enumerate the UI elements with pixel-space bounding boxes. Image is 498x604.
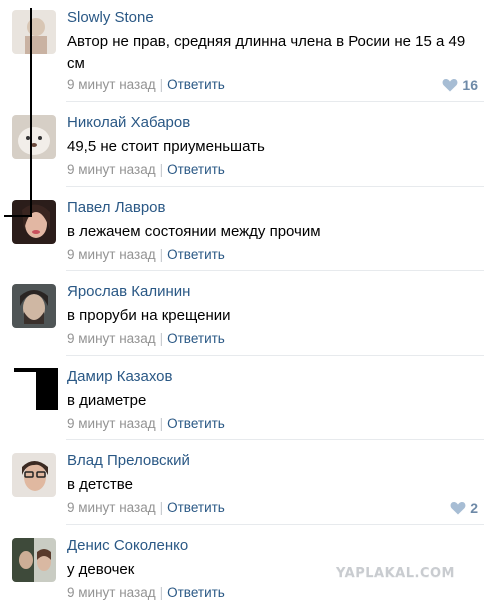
comment-time[interactable]: 9 минут назад: [67, 416, 156, 431]
meta-separator: |: [159, 416, 164, 431]
avatar[interactable]: [12, 284, 56, 328]
comment-author[interactable]: Николай Хабаров: [67, 114, 190, 131]
comment-text: в детстве: [67, 476, 133, 493]
heart-icon: [442, 78, 458, 95]
comment-time[interactable]: 9 минут назад: [67, 331, 156, 346]
meta-separator: |: [159, 585, 164, 600]
comment-text: в диаметре: [67, 392, 147, 409]
meta-separator: |: [159, 331, 164, 346]
comment-time[interactable]: 9 минут назад: [67, 77, 156, 92]
comment-author[interactable]: Влад Преловский: [67, 452, 190, 469]
meta-separator: |: [159, 247, 164, 262]
comment-meta: 9 минут назад | Ответить: [67, 247, 225, 262]
comment: Slowly Stone Автор не прав, средняя длин…: [0, 0, 498, 100]
comment-meta: 9 минут назад | Ответить: [67, 331, 225, 346]
reply-link[interactable]: Ответить: [167, 500, 225, 515]
comment-text: 49,5 не стоит приуменьшать: [67, 138, 265, 155]
comment-divider: [66, 101, 484, 102]
drawn-black-mark: [14, 368, 38, 372]
meta-separator: |: [159, 77, 164, 92]
comment-author[interactable]: Slowly Stone: [67, 9, 154, 26]
comment-author[interactable]: Денис Соколенко: [67, 537, 188, 554]
drawn-vertical-line: [30, 8, 32, 216]
avatar[interactable]: [12, 200, 56, 244]
comment-text: в проруби на крещении: [67, 307, 231, 324]
comment-meta: 9 минут назад | Ответить: [67, 416, 225, 431]
comment-divider: [66, 270, 484, 271]
meta-separator: |: [159, 162, 164, 177]
comment: Павел Лавров в лежачем состоянии между п…: [0, 186, 498, 270]
comment: Дамир Казахов в диаметре 9 минут назад | О…: [0, 355, 498, 439]
avatar[interactable]: [12, 115, 56, 159]
comment-meta: 9 минут назад | Ответить: [67, 500, 225, 515]
comment-time[interactable]: 9 минут назад: [67, 500, 156, 515]
like-count: 16: [462, 77, 478, 93]
comment: Ярослав Калинин в проруби на крещении 9 …: [0, 270, 498, 354]
reply-link[interactable]: Ответить: [167, 162, 225, 177]
reply-link[interactable]: Ответить: [167, 247, 225, 262]
comment-text: в лежачем состоянии между прочим: [67, 223, 321, 240]
like-count: 2: [470, 500, 478, 516]
comment-author[interactable]: Павел Лавров: [67, 199, 166, 216]
reply-link[interactable]: Ответить: [167, 416, 225, 431]
meta-separator: |: [159, 500, 164, 515]
like-button[interactable]: 16: [442, 77, 478, 95]
comment-time[interactable]: 9 минут назад: [67, 247, 156, 262]
comment: Денис Соколенко у девочек 9 минут назад |…: [0, 524, 498, 604]
comment-text: Автор не прав, средняя длинна члена в Ро…: [67, 33, 466, 72]
reply-link[interactable]: Ответить: [167, 331, 225, 346]
comment-author[interactable]: Ярослав Калинин: [67, 283, 190, 300]
comment-divider: [66, 439, 484, 440]
reply-link[interactable]: Ответить: [167, 77, 225, 92]
comment-divider: [66, 186, 484, 187]
comment-divider: [66, 355, 484, 356]
comment-divider: [66, 524, 484, 525]
watermark: YAPLAKAL.COM: [336, 566, 455, 581]
reply-link[interactable]: Ответить: [167, 585, 225, 600]
comment: Влад Преловский в детстве 9 минут назад |…: [0, 439, 498, 523]
avatar[interactable]: [12, 10, 56, 54]
heart-icon: [450, 501, 466, 518]
comment-time[interactable]: 9 минут назад: [67, 585, 156, 600]
comment-meta: 9 минут назад | Ответить: [67, 162, 225, 177]
drawn-horizontal-line: [4, 215, 32, 217]
comment-time[interactable]: 9 минут назад: [67, 162, 156, 177]
avatar[interactable]: [12, 538, 56, 582]
redacted-avatar-block: [36, 368, 58, 410]
avatar[interactable]: [12, 453, 56, 497]
like-button[interactable]: 2: [450, 500, 478, 518]
comment-meta: 9 минут назад | Ответить: [67, 585, 225, 600]
comment-author[interactable]: Дамир Казахов: [67, 368, 172, 385]
comment-meta: 9 минут назад | Ответить: [67, 77, 225, 92]
comment: Николай Хабаров 49,5 не стоит приуменьша…: [0, 101, 498, 185]
